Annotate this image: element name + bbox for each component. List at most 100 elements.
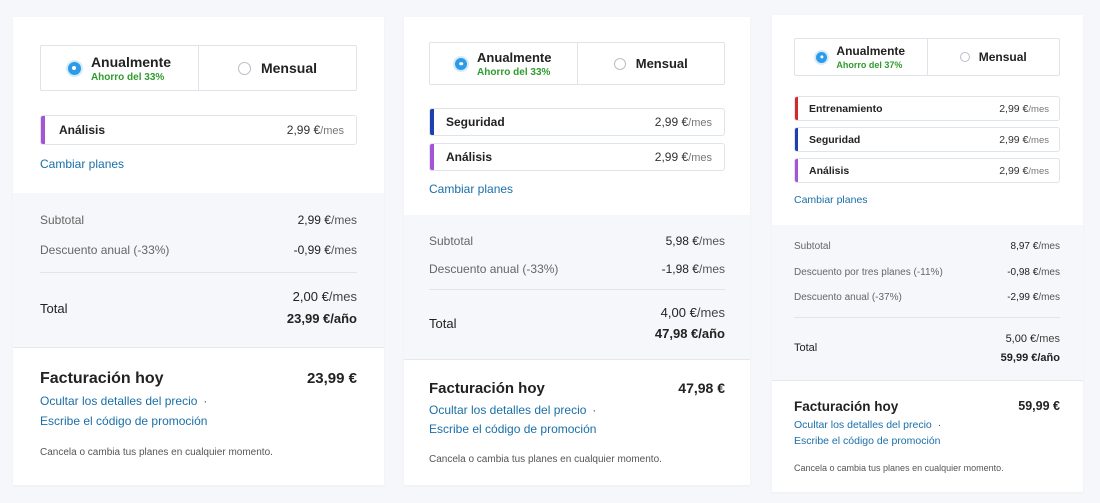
annual-discount-value: -0,99 € (293, 243, 331, 257)
subtotal-value: 2,99 € (297, 213, 331, 227)
total-monthly-unit: /mes (696, 304, 725, 320)
plan-price-amount: 2,99 € (999, 133, 1029, 146)
promo-code-link[interactable]: Escribe el código de promoción (40, 414, 207, 428)
hide-price-details-link[interactable]: Ocultar los detalles del precio (40, 394, 197, 408)
annual-discount-label: Descuento anual (-37%) (794, 292, 902, 303)
summary-divider (40, 272, 357, 273)
annual-discount-row: Descuento anual (-33%) -1,98 €/mes (429, 262, 725, 276)
total-monthly: 4,00 €/mes (655, 304, 725, 322)
total-label: Total (40, 300, 68, 316)
annual-discount-label: Descuento anual (-33%) (40, 243, 170, 257)
plan-price-unit: /mes (1028, 134, 1049, 146)
plans-section: Anualmente Ahorro del 37% Mensual Entren… (772, 15, 1083, 226)
plan-name: Análisis (59, 123, 106, 137)
plan-price: 2,99 €/mes (655, 115, 712, 129)
plan-row-analisis: Análisis 2,99 €/mes (429, 143, 725, 171)
billing-today-row: Facturación hoy 23,99 € (40, 370, 357, 388)
annual-discount-row: Descuento anual (-33%) -0,99 €/mes (40, 243, 357, 257)
price-summary-section: Subtotal 8,97 €/mes Descuento por tres p… (772, 225, 1083, 380)
billing-today-amount: 47,98 € (678, 380, 725, 396)
annual-option[interactable]: Anualmente Ahorro del 37% (795, 39, 927, 75)
price-details-line: Ocultar los detalles del precio · (794, 419, 941, 431)
annual-discount-amount: -1,98 €/mes (662, 262, 725, 276)
radio-selected-icon[interactable] (67, 61, 81, 75)
monthly-option[interactable]: Mensual (198, 46, 356, 90)
total-label: Total (429, 315, 457, 331)
monthly-label: Mensual (978, 50, 1027, 64)
subtotal-value: 8,97 € (1010, 241, 1039, 252)
annual-label: Anualmente (90, 53, 172, 70)
separator-dot: · (203, 394, 208, 408)
pricing-card-three-plans: Anualmente Ahorro del 37% Mensual Entren… (772, 15, 1083, 492)
plan-price: 2,99 €/mes (999, 165, 1049, 177)
plan-price-amount: 2,99 € (999, 164, 1029, 177)
total-monthly-unit: /mes (328, 289, 357, 304)
total-label: Total (794, 342, 818, 354)
change-plans-link[interactable]: Cambiar planes (40, 157, 124, 171)
billing-today-amount: 59,99 € (1018, 399, 1060, 413)
total-row: Total 5,00 €/mes 59,99 €/año (794, 329, 1060, 367)
plan-color-bar (430, 109, 434, 135)
plan-color-bar (795, 97, 798, 120)
total-monthly: 5,00 €/mes (1001, 331, 1060, 347)
monthly-label: Mensual (260, 60, 317, 76)
monthly-option[interactable]: Mensual (926, 39, 1060, 75)
annual-discount-amount: -2,99 €/mes (1007, 292, 1060, 303)
radio-selected-icon[interactable] (455, 57, 468, 70)
plan-name: Entrenamiento (809, 102, 883, 115)
annual-option[interactable]: Anualmente Ahorro del 33% (430, 43, 577, 84)
annual-discount-label: Descuento anual (-33%) (429, 262, 559, 276)
plan-price-amount: 2,99 € (999, 102, 1029, 115)
subtotal-row: Subtotal 5,98 €/mes (429, 234, 725, 248)
total-yearly-unit: /año (1037, 351, 1060, 364)
multi-plan-discount-row: Descuento por tres planes (-11%) -0,98 €… (794, 267, 1060, 278)
annual-option[interactable]: Anualmente Ahorro del 33% (41, 46, 198, 90)
total-monthly-unit: /mes (1036, 332, 1060, 345)
multi-plan-discount-label: Descuento por tres planes (-11%) (794, 267, 943, 278)
radio-unselected-icon[interactable] (613, 57, 626, 70)
billing-today-label: Facturación hoy (429, 380, 545, 397)
total-yearly-value: 59,99 € (1000, 351, 1038, 364)
change-plans-link[interactable]: Cambiar planes (429, 182, 513, 196)
plan-name: Análisis (446, 150, 493, 164)
subtotal-label: Subtotal (429, 234, 474, 248)
subtotal-value: 5,98 € (665, 234, 699, 248)
radio-unselected-icon[interactable] (959, 52, 970, 62)
total-amounts: 2,00 €/mes 23,99 €/año (287, 288, 357, 328)
plans-section: Anualmente Ahorro del 33% Mensual Seguri… (404, 17, 750, 216)
change-plans-link[interactable]: Cambiar planes (794, 194, 868, 206)
multi-plan-discount-amount: -0,98 €/mes (1007, 267, 1060, 278)
annual-savings-badge: Ahorro del 33% (90, 71, 165, 83)
annual-discount-unit: /mes (330, 243, 357, 257)
price-details-line: Ocultar los detalles del precio · (429, 403, 596, 417)
billing-section: Facturación hoy 47,98 € Ocultar los deta… (404, 359, 750, 485)
promo-code-link[interactable]: Escribe el código de promoción (429, 422, 596, 436)
annual-discount-value: -2,99 € (1007, 292, 1039, 303)
plan-price: 2,99 €/mes (655, 150, 712, 164)
plan-color-bar (795, 128, 798, 151)
plan-price-unit: /mes (1028, 103, 1049, 115)
subtotal-unit: /mes (698, 234, 725, 248)
billing-period-toggle: Anualmente Ahorro del 33% Mensual (429, 42, 725, 85)
monthly-option[interactable]: Mensual (576, 43, 725, 84)
radio-unselected-icon[interactable] (237, 61, 251, 75)
multi-plan-discount-value: -0,98 € (1007, 267, 1039, 278)
plan-row-analisis: Análisis 2,99 €/mes (40, 115, 357, 145)
billing-period-toggle: Anualmente Ahorro del 33% Mensual (40, 45, 357, 91)
subtotal-row: Subtotal 8,97 €/mes (794, 241, 1060, 252)
hide-price-details-link[interactable]: Ocultar los detalles del precio (429, 403, 586, 417)
radio-selected-icon[interactable] (816, 51, 828, 63)
total-yearly-unit: /año (330, 311, 357, 326)
plan-price-unit: /mes (320, 125, 344, 137)
hide-price-details-link[interactable]: Ocultar los detalles del precio (794, 419, 932, 431)
summary-divider (794, 317, 1060, 318)
subtotal-label: Subtotal (794, 241, 831, 252)
plan-row-seguridad: Seguridad 2,99 €/mes (429, 108, 725, 136)
annual-savings-badge: Ahorro del 37% (836, 60, 903, 70)
subtotal-amount: 5,98 €/mes (666, 234, 725, 248)
plan-name: Análisis (809, 164, 850, 177)
promo-code-link[interactable]: Escribe el código de promoción (794, 435, 941, 447)
total-yearly: 47,98 €/año (655, 325, 725, 343)
annual-savings-badge: Ahorro del 33% (477, 66, 551, 78)
subtotal-label: Subtotal (40, 213, 85, 227)
